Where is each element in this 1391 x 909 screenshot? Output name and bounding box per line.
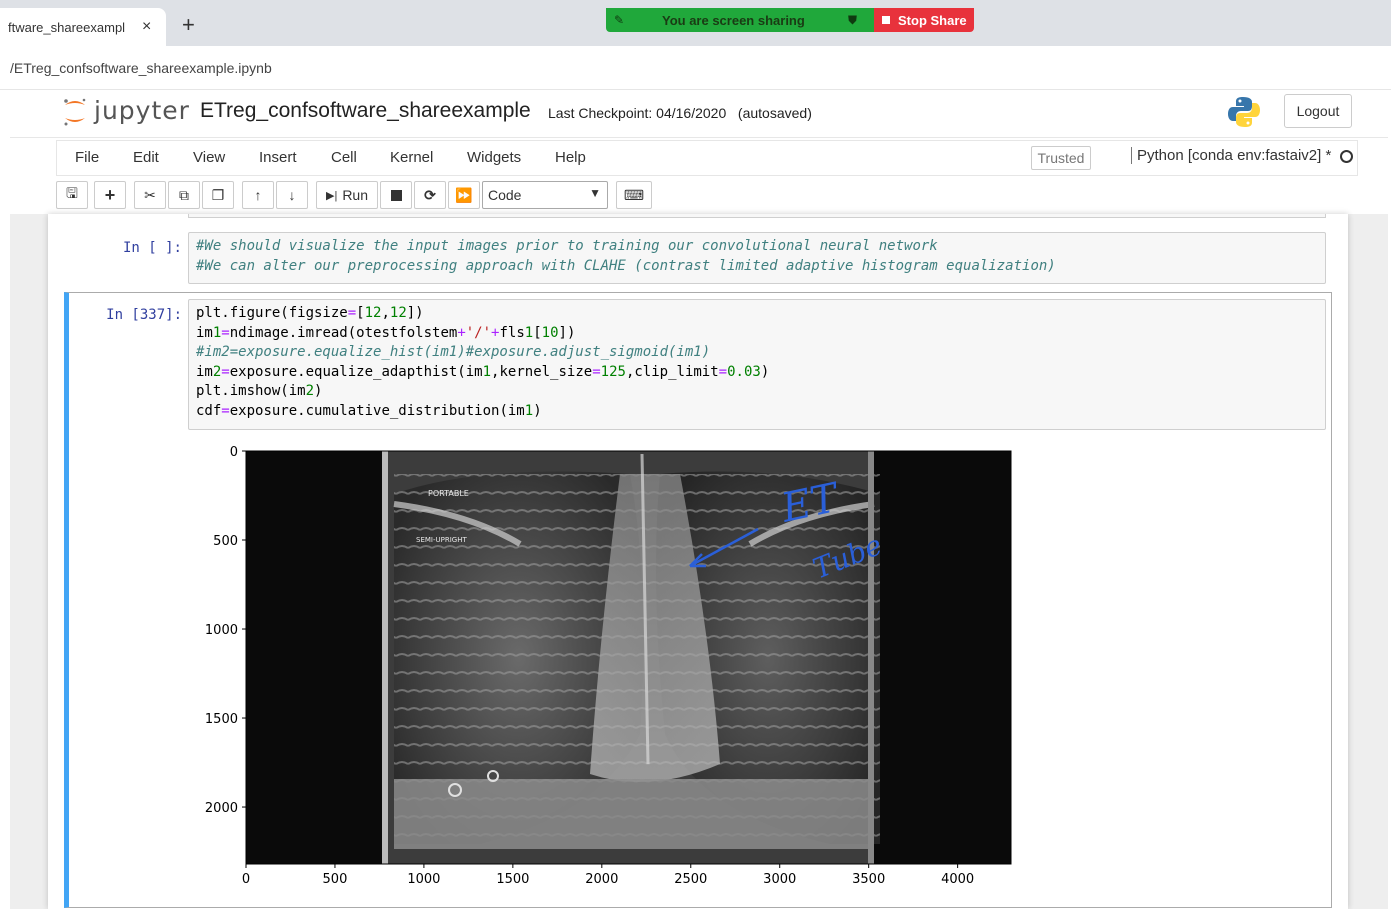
xray-label-semi-upright: SEMI-UPRIGHT [416, 536, 467, 544]
stop-share-label: Stop Share [898, 12, 967, 28]
kernel-name[interactable]: Python [conda env:fastaiv2] * [1131, 147, 1331, 164]
code-line: plt.imshow(im2) [196, 383, 323, 399]
x-tick-label: 1000 [407, 872, 440, 887]
save-button[interactable]: 🖫 [56, 181, 88, 209]
cell-type-select[interactable]: Code ▼ [482, 181, 608, 209]
kernel-status-icon [1340, 150, 1353, 163]
move-down-button[interactable]: ↓ [276, 181, 308, 209]
code-line: #im2=exposure.equalize_hist(im1)#exposur… [196, 344, 711, 360]
stop-icon [882, 16, 890, 24]
run-label: Run [342, 187, 368, 203]
screen-share-banner: ✎ You are screen sharing ⛊ [606, 8, 874, 32]
plus-icon: + [104, 184, 116, 205]
restart-run-all-button[interactable]: ⏩ [448, 181, 480, 209]
code-cell-input[interactable]: plt.figure(figsize=[12,12]) im1=ndimage.… [188, 299, 1326, 430]
paste-button[interactable]: ❐ [202, 181, 234, 209]
autosaved-label: (autosaved) [737, 105, 812, 121]
menu-kernel[interactable]: Kernel [390, 149, 433, 166]
address-bar[interactable]: /ETreg_confsoftware_shareexample.ipynb [0, 46, 1391, 90]
output-image-plot: PORTABLE SEMI-UPRIGHT ET Tube 0 500 1000 15… [205, 445, 1012, 887]
menubar: File Edit View Insert Cell Kernel Widget… [56, 140, 1358, 176]
run-button[interactable]: ▶| Run [316, 181, 378, 209]
jupyter-header: jupyter ETreg_confsoftware_shareexample … [10, 90, 1388, 138]
shield-icon: ⛊ [848, 12, 858, 27]
x-tick-label: 3000 [763, 872, 796, 887]
menu-insert[interactable]: Insert [259, 149, 297, 166]
trusted-indicator[interactable]: Trusted [1031, 146, 1091, 170]
copy-icon: ⧉ [179, 186, 189, 203]
checkpoint-status: Last Checkpoint: 04/16/2020 (autosaved) [548, 105, 812, 121]
menu-help[interactable]: Help [555, 149, 586, 166]
y-tick-label: 0 [230, 445, 238, 460]
jupyter-logo-text[interactable]: jupyter [94, 96, 190, 125]
cut-icon: ✂ [144, 186, 156, 203]
x-tick-label: 4000 [941, 872, 974, 887]
arrow-down-icon: ↓ [288, 187, 296, 203]
interrupt-button[interactable] [380, 181, 412, 209]
code-line: im2=exposure.equalize_adapthist(im1,kern… [196, 363, 770, 380]
code-cell-input[interactable]: #We should visualize the input images pr… [188, 232, 1326, 284]
x-tick-label: 2500 [674, 872, 707, 887]
menu-view[interactable]: View [193, 149, 225, 166]
x-tick-label: 3500 [852, 872, 885, 887]
browser-tabstrip: ftware_shareexampl × + ✎ You are screen … [0, 0, 1391, 46]
code-line: #We can alter our preprocessing approach… [196, 257, 1056, 274]
url-text: /ETreg_confsoftware_shareexample.ipynb [10, 60, 272, 76]
code-line: #We should visualize the input images pr… [196, 238, 938, 254]
previous-cell-edge [188, 214, 1326, 218]
y-tick-label: 1500 [205, 712, 238, 727]
menu-file[interactable]: File [75, 149, 99, 166]
menu-cell[interactable]: Cell [331, 149, 357, 166]
browser-tab[interactable]: ftware_shareexampl × [0, 8, 166, 46]
checkpoint-label: Last Checkpoint: 04/16/2020 [548, 105, 727, 121]
copy-button[interactable]: ⧉ [168, 181, 200, 209]
python-logo-icon [1228, 97, 1260, 127]
command-palette-button[interactable]: ⌨ [616, 181, 652, 209]
tab-title: ftware_shareexampl [8, 19, 126, 35]
screen: ftware_shareexampl × + ✎ You are screen … [0, 0, 1391, 909]
x-axis: 0 500 1000 1500 2000 2500 3000 3500 4000 [242, 864, 974, 887]
cell-prompt: In [337]: [106, 307, 182, 323]
chevron-down-icon: ▼ [589, 186, 601, 200]
arrow-up-icon: ↑ [254, 187, 262, 203]
paste-icon: ❐ [211, 186, 225, 203]
cell-type-value: Code [488, 187, 522, 203]
insert-cell-button[interactable]: + [94, 181, 126, 209]
y-tick-label: 2000 [205, 801, 238, 816]
stop-icon [390, 189, 402, 201]
cut-button[interactable]: ✂ [134, 181, 166, 209]
x-tick-label: 2000 [585, 872, 618, 887]
tab-close-icon[interactable]: × [142, 18, 151, 36]
xray-label-portable: PORTABLE [428, 489, 469, 498]
jupyter-logo-icon[interactable] [62, 96, 88, 128]
x-tick-label: 1500 [496, 872, 529, 887]
pin-icon: ✎ [614, 13, 625, 27]
code-line: cdf=exposure.cumulative_distribution(im1… [196, 402, 542, 419]
logout-button[interactable]: Logout [1284, 94, 1352, 128]
code-line: plt.figure(figsize=[12,12]) [196, 305, 424, 321]
restart-icon: ⟳ [424, 186, 436, 203]
share-status-text: You are screen sharing [662, 12, 805, 28]
menu-widgets[interactable]: Widgets [467, 149, 521, 166]
y-tick-label: 1000 [205, 623, 238, 638]
restart-button[interactable]: ⟳ [414, 181, 446, 209]
new-tab-icon[interactable]: + [182, 14, 195, 36]
move-up-button[interactable]: ↑ [242, 181, 274, 209]
menu-edit[interactable]: Edit [133, 149, 159, 166]
y-tick-label: 500 [213, 534, 238, 549]
x-tick-label: 500 [323, 872, 348, 887]
stop-share-button[interactable]: Stop Share [874, 8, 974, 32]
y-axis: 0 500 1000 1500 2000 [205, 445, 246, 816]
run-icon: ▶| [325, 189, 338, 202]
fast-forward-icon: ⏩ [455, 186, 473, 203]
code-line: im1=ndimage.imread(otestfolstem+'/'+fls1… [196, 324, 576, 341]
keyboard-icon: ⌨ [623, 186, 645, 203]
notebook-name[interactable]: ETreg_confsoftware_shareexample [200, 99, 531, 123]
xray-image: PORTABLE SEMI-UPRIGHT [246, 451, 1011, 864]
toolbar: 🖫 + ✂ ⧉ ❐ ↑ ↓ ▶| Run ⟳ ⏩ Code ▼ ⌨ [56, 178, 1358, 214]
save-icon: 🖫 [66, 185, 78, 201]
cell-prompt: In [ ]: [122, 240, 182, 256]
x-tick-label: 0 [242, 872, 250, 887]
